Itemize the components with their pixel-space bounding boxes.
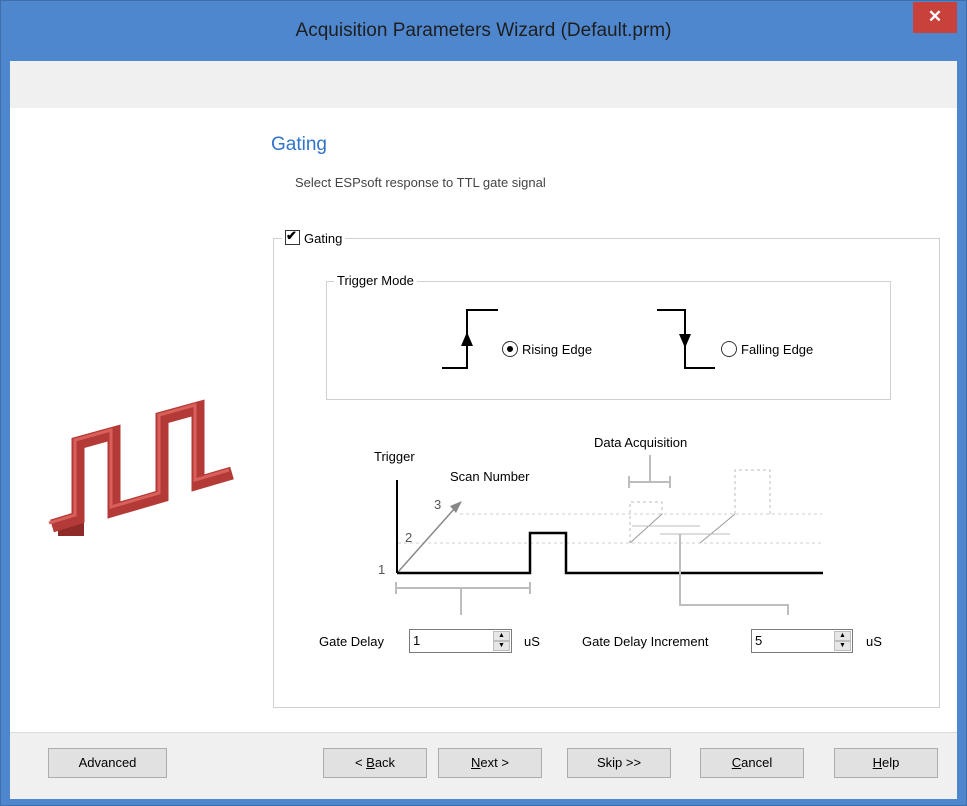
next-button-label: ext >: [480, 755, 509, 770]
wizard-banner: [10, 61, 957, 108]
window-frame-right: [957, 61, 966, 805]
level-2-label: 2: [405, 530, 413, 545]
rising-edge-icon: [442, 309, 498, 369]
back-button[interactable]: < Back: [323, 748, 427, 778]
cancel-button[interactable]: Cancel: [700, 748, 804, 778]
falling-edge-icon: [657, 309, 715, 369]
level-3-label: 3: [434, 497, 442, 512]
gate-delay-value[interactable]: 1: [413, 633, 420, 648]
falling-edge-label[interactable]: Falling Edge: [741, 342, 813, 357]
back-button-hotkey: B: [366, 755, 375, 770]
spin-down-icon[interactable]: ▼: [493, 641, 510, 651]
spin-up-icon[interactable]: ▲: [493, 631, 510, 641]
trigger-mode-group: [326, 281, 891, 400]
rising-edge-label[interactable]: Rising Edge: [522, 342, 592, 357]
trigger-mode-legend: Trigger Mode: [334, 273, 417, 288]
spin-up-icon[interactable]: ▲: [834, 631, 851, 641]
back-button-label: ack: [374, 755, 396, 770]
scan-number-label: Scan Number: [450, 469, 530, 484]
page-subtitle: Select ESPsoft response to TTL gate sign…: [295, 175, 546, 190]
next-button[interactable]: Next >: [438, 748, 542, 778]
gating-checkbox-label: Gating: [304, 231, 343, 246]
close-button[interactable]: ✕: [913, 2, 957, 33]
cancel-button-label: ancel: [741, 755, 773, 770]
window-title: Acquisition Parameters Wizard (Default.p…: [295, 20, 672, 41]
gate-delay-label: Gate Delay: [319, 634, 385, 649]
gate-delay-increment-value[interactable]: 5: [755, 633, 762, 648]
advanced-button[interactable]: Advanced: [48, 748, 167, 778]
gating-checkbox[interactable]: ✔ Gating: [282, 228, 346, 246]
trigger-axis-label: Trigger: [374, 449, 415, 464]
gate-delay-increment-label: Gate Delay Increment: [582, 634, 709, 649]
level-1-label: 1: [378, 562, 386, 577]
gate-delay-increment-spin-buttons: ▲ ▼: [834, 631, 851, 651]
gate-delay-increment-spinner[interactable]: 5 ▲ ▼: [751, 629, 853, 653]
gating-check-box[interactable]: ✔: [285, 228, 300, 245]
rising-edge-radio[interactable]: [502, 341, 518, 357]
checkmark-icon: ✔: [286, 228, 297, 243]
radio-selected-dot: [507, 346, 513, 352]
timing-diagram: [395, 455, 823, 615]
help-button-label: elp: [882, 755, 900, 770]
next-button-hotkey: N: [471, 755, 481, 770]
gate-delay-increment-unit: uS: [866, 634, 882, 649]
window-frame-bottom: [1, 798, 966, 805]
spin-down-icon[interactable]: ▼: [834, 641, 851, 651]
gate-delay-unit: uS: [524, 634, 540, 649]
back-button-prefix: <: [354, 755, 367, 770]
gate-delay-spin-buttons: ▲ ▼: [493, 631, 510, 651]
falling-edge-radio[interactable]: [721, 341, 737, 357]
cancel-button-hotkey: C: [731, 755, 742, 770]
page-title: Gating: [271, 134, 327, 155]
gate-delay-spinner[interactable]: 1 ▲ ▼: [409, 629, 512, 653]
data-acquisition-label: Data Acquisition: [594, 435, 688, 450]
window-frame-left: [1, 61, 10, 805]
title-bar: Acquisition Parameters Wizard (Default.p…: [1, 1, 966, 61]
help-button-hotkey: H: [872, 755, 883, 770]
help-button[interactable]: Help: [834, 748, 938, 778]
square-wave-logo-icon: [48, 399, 234, 536]
skip-button[interactable]: Skip >>: [567, 748, 671, 778]
